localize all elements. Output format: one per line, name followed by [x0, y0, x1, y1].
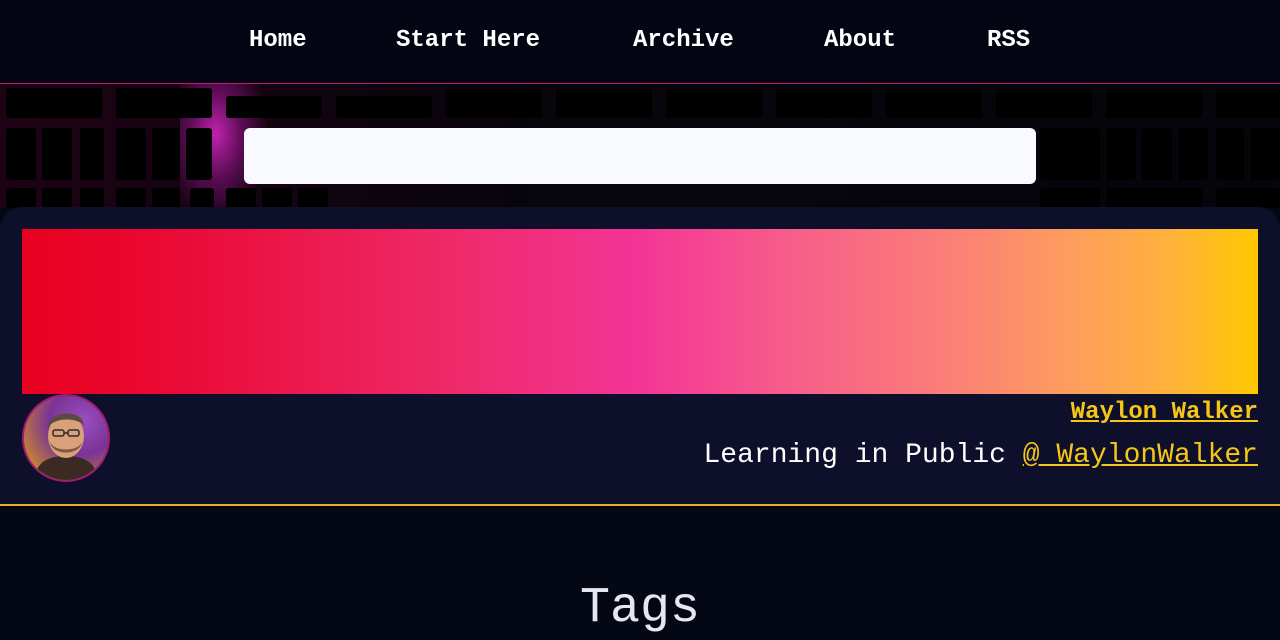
keyboard-key	[42, 188, 72, 208]
keyboard-key	[666, 88, 762, 118]
keyboard-key	[262, 188, 292, 208]
keyboard-key	[556, 88, 652, 118]
top-nav: Home Start Here Archive About RSS	[0, 0, 1280, 84]
nav-start-here-link[interactable]: Start Here	[396, 26, 540, 56]
keyboard-key	[6, 88, 102, 118]
keyboard-key	[186, 128, 212, 180]
keyboard-key	[80, 188, 104, 208]
author-tagline: Learning in Public @ WaylonWalker	[703, 439, 1258, 473]
nav-home-link[interactable]: Home	[249, 26, 307, 56]
keyboard-key	[1178, 128, 1208, 180]
keyboard-key	[226, 96, 322, 118]
keyboard-key	[1106, 188, 1202, 208]
keyboard-key	[1106, 88, 1202, 118]
keyboard-key	[1106, 128, 1136, 180]
keyboard-key	[1040, 188, 1100, 208]
keyboard-key	[80, 128, 104, 180]
keyboard-key	[152, 188, 180, 208]
keyboard-key	[1216, 88, 1280, 118]
keyboard-key	[116, 88, 212, 118]
keyboard-key	[6, 188, 36, 208]
keyboard-key	[776, 88, 872, 118]
keyboard-key	[42, 128, 72, 180]
twitter-handle-link[interactable]: @ WaylonWalker	[1023, 440, 1258, 471]
keyboard-key	[1142, 128, 1172, 180]
keyboard-key	[152, 128, 180, 180]
page-title: Tags	[579, 580, 701, 637]
keyboard-key	[886, 88, 982, 118]
search-input[interactable]	[244, 128, 1036, 184]
keyboard-key	[6, 128, 36, 180]
keyboard-key	[336, 96, 432, 118]
nav-rss-link[interactable]: RSS	[987, 26, 1030, 56]
tagline-text: Learning in Public	[703, 440, 1006, 471]
keyboard-key	[298, 188, 328, 208]
keyboard-key	[1216, 128, 1244, 180]
profile-banner-gradient	[22, 229, 1258, 394]
nav-about-link[interactable]: About	[824, 26, 896, 56]
keyboard-key	[1040, 128, 1100, 180]
keyboard-key	[190, 188, 214, 208]
nav-archive-link[interactable]: Archive	[633, 26, 734, 56]
keyboard-key	[226, 188, 256, 208]
keyboard-key	[446, 88, 542, 118]
keyboard-key	[1250, 128, 1280, 180]
avatar-portrait-image	[24, 396, 108, 480]
author-avatar[interactable]	[22, 394, 110, 482]
keyboard-key	[996, 88, 1092, 118]
author-name-link[interactable]: Waylon Walker	[1071, 398, 1258, 428]
keyboard-key	[116, 128, 146, 180]
keyboard-key	[116, 188, 146, 208]
keyboard-key	[1216, 188, 1280, 208]
